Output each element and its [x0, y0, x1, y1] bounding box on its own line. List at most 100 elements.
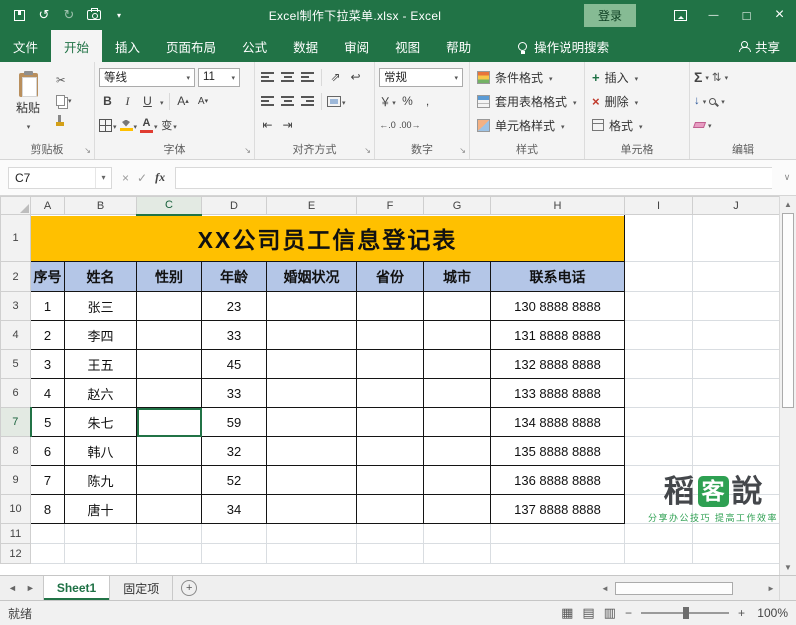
sort-filter-button[interactable]: ⇅	[712, 69, 728, 85]
cell-C6[interactable]	[136, 378, 202, 408]
cell-D7[interactable]: 59	[201, 407, 267, 437]
cell-I1[interactable]	[624, 214, 693, 262]
formula-input[interactable]	[175, 166, 772, 189]
col-header-G[interactable]: G	[423, 196, 491, 215]
col-header-H[interactable]: H	[490, 196, 625, 215]
cell-I12[interactable]	[624, 543, 693, 564]
underline-dropdown-icon[interactable]	[159, 92, 164, 110]
cell-I6[interactable]	[624, 378, 693, 408]
customize-quick-access-button[interactable]	[112, 7, 126, 23]
row-header-2[interactable]: 2	[0, 261, 31, 292]
col-header-C[interactable]: C	[136, 196, 202, 216]
sheet-tab-fixed-items[interactable]: 固定项	[110, 576, 174, 600]
cell-F9[interactable]	[356, 465, 424, 495]
cell-C9[interactable]	[136, 465, 202, 495]
col-header-J[interactable]: J	[692, 196, 780, 215]
cell-G3[interactable]	[423, 291, 491, 321]
scroll-left-icon[interactable]: ◄	[597, 584, 613, 593]
new-sheet-button[interactable]	[181, 580, 198, 596]
row-header-9[interactable]: 9	[0, 465, 31, 495]
align-top-button[interactable]	[259, 68, 276, 87]
cell-J2[interactable]	[692, 261, 780, 292]
fill-color-button[interactable]	[119, 116, 138, 135]
col-header-B[interactable]: B	[64, 196, 137, 215]
row-header-5[interactable]: 5	[0, 349, 31, 379]
delete-cells-button[interactable]: × 删除	[589, 89, 685, 113]
vertical-scrollbar[interactable]: ▲ ▼	[779, 196, 796, 575]
ribbon-tab-file[interactable]: 文件	[0, 30, 51, 62]
cell-F3[interactable]	[356, 291, 424, 321]
cell-A6[interactable]: 4	[30, 378, 65, 408]
cell-I8[interactable]	[624, 436, 693, 466]
col-header-F[interactable]: F	[356, 196, 424, 215]
zoom-out-button[interactable]	[625, 606, 632, 620]
cell-A5[interactable]: 3	[30, 349, 65, 379]
format-as-table-button[interactable]: 套用表格格式	[474, 89, 580, 113]
cell-J12[interactable]	[692, 543, 780, 564]
italic-button[interactable]: I	[119, 92, 136, 111]
cell-B3[interactable]: 张三	[64, 291, 137, 321]
cell-I10[interactable]	[624, 494, 693, 524]
cell-A2[interactable]: 序号	[30, 261, 65, 292]
font-size-combo[interactable]: 11	[198, 67, 240, 87]
merge-center-button[interactable]	[327, 92, 346, 111]
cell-A12[interactable]	[30, 543, 65, 564]
cell-F10[interactable]	[356, 494, 424, 524]
ribbon-display-options-button[interactable]	[664, 0, 697, 30]
cell-E8[interactable]	[266, 436, 357, 466]
col-header-E[interactable]: E	[266, 196, 357, 215]
cell-F4[interactable]	[356, 320, 424, 350]
cell-J4[interactable]	[692, 320, 780, 350]
cell-C2[interactable]: 性别	[136, 261, 202, 292]
col-header-D[interactable]: D	[201, 196, 267, 215]
share-button[interactable]: 共享	[738, 30, 796, 62]
vertical-scroll-thumb[interactable]	[782, 213, 794, 408]
cell-H12[interactable]	[490, 543, 625, 564]
cell-D9[interactable]: 52	[201, 465, 267, 495]
paste-dropdown-icon[interactable]	[26, 118, 31, 132]
font-color-button[interactable]: A	[140, 116, 158, 135]
format-cells-button[interactable]: 格式	[589, 113, 685, 137]
cell-G12[interactable]	[423, 543, 491, 564]
percent-style-button[interactable]: %	[399, 92, 416, 111]
cell-B4[interactable]: 李四	[64, 320, 137, 350]
cell-C4[interactable]	[136, 320, 202, 350]
page-layout-view-button[interactable]: ▤	[582, 605, 594, 621]
cell-B7[interactable]: 朱七	[64, 407, 137, 437]
cell-J3[interactable]	[692, 291, 780, 321]
cell-B6[interactable]: 赵六	[64, 378, 137, 408]
cell-C11[interactable]	[136, 523, 202, 544]
row-header-4[interactable]: 4	[0, 320, 31, 350]
cell-J6[interactable]	[692, 378, 780, 408]
bold-button[interactable]: B	[99, 92, 116, 111]
name-box-dropdown-icon[interactable]	[95, 167, 111, 188]
cell-D3[interactable]: 23	[201, 291, 267, 321]
cell-E9[interactable]	[266, 465, 357, 495]
row-header-10[interactable]: 10	[0, 494, 31, 524]
cell-H4[interactable]: 131 8888 8888	[490, 320, 625, 350]
cut-button[interactable]: ✂	[56, 72, 72, 88]
cell-F6[interactable]	[356, 378, 424, 408]
borders-button[interactable]	[99, 116, 117, 135]
cell-F12[interactable]	[356, 543, 424, 564]
cell-C10[interactable]	[136, 494, 202, 524]
cell-G11[interactable]	[423, 523, 491, 544]
zoom-in-button[interactable]	[738, 606, 745, 620]
cell-D4[interactable]: 33	[201, 320, 267, 350]
row-header-1[interactable]: 1	[0, 214, 31, 262]
accounting-format-button[interactable]: ￥	[379, 92, 396, 111]
format-painter-button[interactable]	[55, 112, 72, 128]
cell-D2[interactable]: 年龄	[201, 261, 267, 292]
cell-C3[interactable]	[136, 291, 202, 321]
cell-G9[interactable]	[423, 465, 491, 495]
save-button[interactable]	[12, 7, 26, 23]
align-center-button[interactable]	[279, 92, 296, 111]
scroll-right-icon[interactable]: ►	[763, 584, 779, 593]
cell-D5[interactable]: 45	[201, 349, 267, 379]
enter-formula-button[interactable]: ✓	[137, 171, 147, 185]
zoom-level[interactable]: 100%	[754, 606, 788, 620]
find-select-button[interactable]	[709, 93, 725, 109]
close-button[interactable]	[763, 0, 796, 30]
sheet-nav-left-icon[interactable]: ◄	[8, 583, 17, 593]
cell-H9[interactable]: 136 8888 8888	[490, 465, 625, 495]
